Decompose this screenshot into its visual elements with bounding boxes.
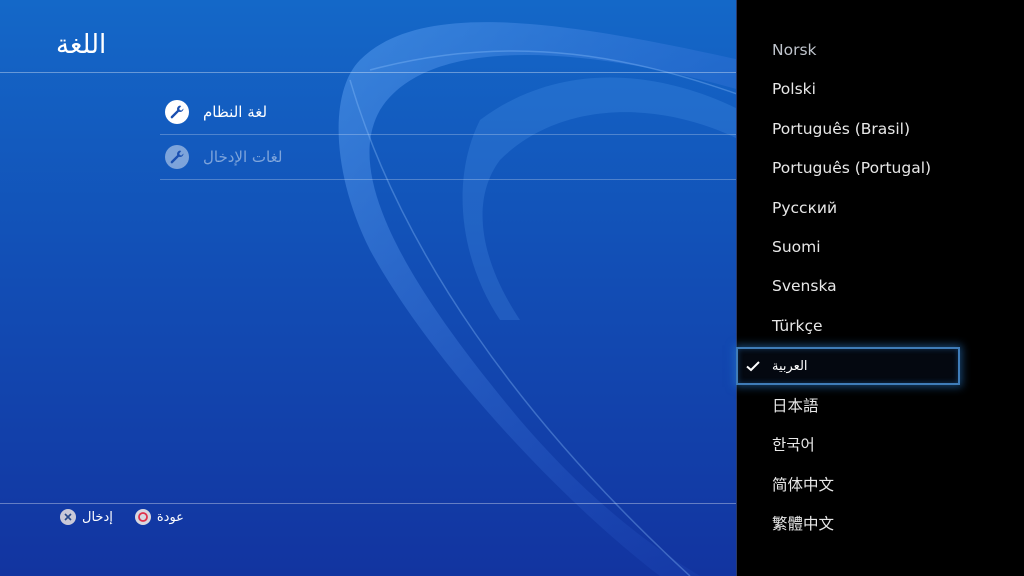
language-option-finnish[interactable]: Suomi: [772, 228, 1024, 266]
background-wave: [338, 22, 740, 576]
cross-button-icon: [60, 509, 76, 525]
footer-divider: [0, 503, 736, 504]
circle-button-icon: [134, 509, 151, 525]
language-option-norsk[interactable]: Norsk: [772, 31, 1024, 69]
checkmark-icon: [746, 361, 760, 372]
language-option-swedish[interactable]: Svenska: [772, 267, 1024, 305]
footer-controls: إدخال عودة: [60, 509, 206, 525]
wrench-icon: [165, 145, 189, 169]
menu-divider: [160, 179, 736, 180]
enter-button[interactable]: إدخال: [60, 509, 113, 525]
language-option-arabic[interactable]: العربية: [772, 347, 1024, 385]
language-option-simplified-chinese[interactable]: 简体中文: [772, 465, 1024, 503]
menu-item-system-language[interactable]: لغة النظام: [165, 90, 267, 134]
header-divider: [0, 72, 736, 73]
wrench-icon: [165, 100, 189, 124]
back-button[interactable]: عودة: [134, 509, 184, 525]
page-title: اللغة: [56, 30, 107, 60]
enter-label: إدخال: [82, 509, 113, 525]
back-label: عودة: [156, 509, 184, 525]
language-option-turkish[interactable]: Türkçe: [772, 307, 1024, 345]
menu-item-input-languages[interactable]: لغات الإدخال: [165, 135, 282, 179]
menu-item-label: لغات الإدخال: [203, 148, 283, 166]
menu-item-label: لغة النظام: [203, 103, 268, 121]
language-option-portuguese-portugal[interactable]: Português (Portugal): [772, 149, 1024, 187]
language-option-portuguese-brazil[interactable]: Português (Brasil): [772, 110, 1024, 148]
language-option-japanese[interactable]: 日本語: [772, 386, 1024, 424]
language-option-traditional-chinese[interactable]: 繁體中文: [772, 504, 1024, 542]
language-option-polski[interactable]: Polski: [772, 70, 1024, 108]
language-option-korean[interactable]: 한국어: [772, 425, 1024, 463]
language-option-russian[interactable]: Русский: [772, 189, 1024, 227]
